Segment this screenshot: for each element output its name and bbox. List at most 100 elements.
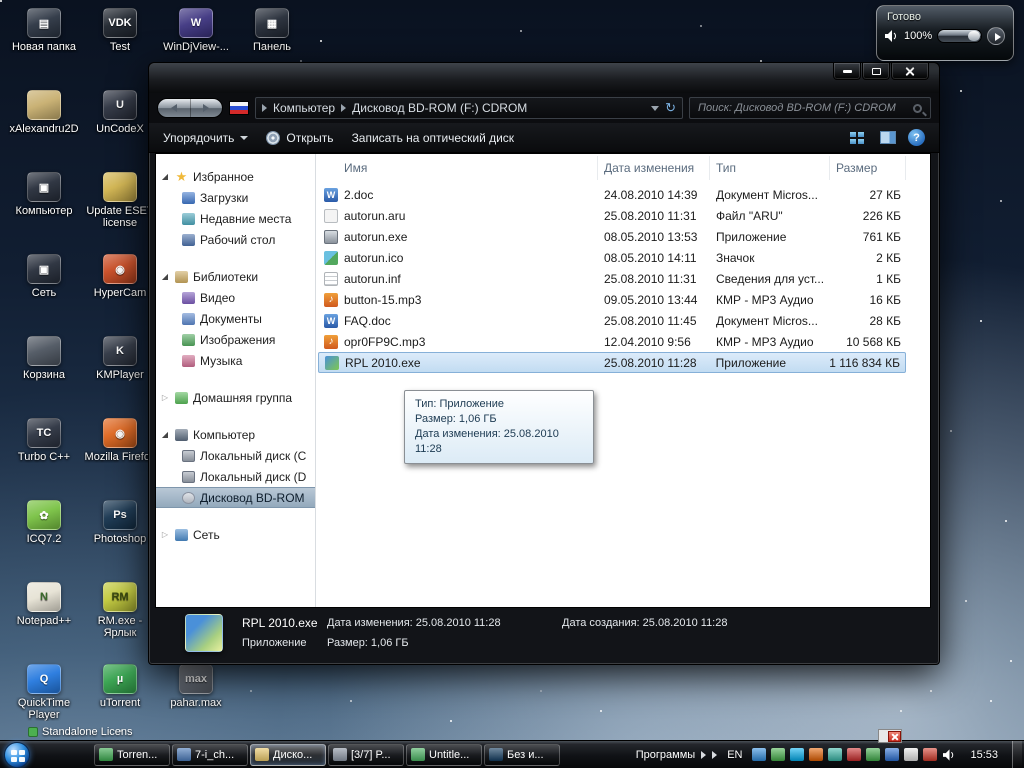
sidebar-item-favorites[interactable]: ◢ ★ Избранное xyxy=(156,166,315,187)
column-header-size[interactable]: Размер xyxy=(830,156,906,180)
column-header-date-modified[interactable]: Дата изменения xyxy=(598,156,710,180)
file-row[interactable]: RPL 2010.exe 25.08.2010 11:28 Приложение 1 … xyxy=(318,352,906,373)
show-desktop-button[interactable] xyxy=(1012,740,1022,768)
desktop-icon-kmplayer[interactable]: K KMPlayer xyxy=(84,336,156,381)
desktop-icon-utorrent[interactable]: µ uTorrent xyxy=(84,664,156,709)
sidebar-item-homegroup[interactable]: ▷ Домашняя группа xyxy=(156,387,315,408)
sidebar-item-recent-places[interactable]: Недавние места xyxy=(156,208,315,229)
desktop-icon-recycle-bin[interactable]: Корзина xyxy=(8,336,80,381)
desktop-icon-firefox[interactable]: ◉ Mozilla Firefox xyxy=(84,418,156,463)
speaker-icon[interactable] xyxy=(885,30,899,42)
search-box[interactable]: Поиск: Дисковод BD-ROM (F:) CDROM xyxy=(689,97,931,119)
tray-icon[interactable] xyxy=(885,748,900,761)
desktop-icon-hypercam[interactable]: ◉ HyperCam xyxy=(84,254,156,299)
sidebar-item-libraries[interactable]: ◢ Библиотеки xyxy=(156,266,315,287)
taskbar-clock[interactable]: 15:53 xyxy=(962,749,1006,761)
refresh-icon[interactable]: ↻ xyxy=(665,100,676,116)
change-view-button[interactable] xyxy=(850,131,868,144)
tray-icon[interactable] xyxy=(847,748,862,761)
desktop-icon-notepad-plus[interactable]: N Notepad++ xyxy=(8,582,80,627)
desktop-icon-eset-license[interactable]: Update ESET license xyxy=(84,172,156,229)
desktop-icon-icq[interactable]: ✿ ICQ7.2 xyxy=(8,500,80,545)
sidebar-item-documents[interactable]: Документы xyxy=(156,308,315,329)
taskbar-item[interactable]: Torren... xyxy=(94,743,170,766)
back-button[interactable] xyxy=(158,99,190,117)
desktop-icon-photoshop[interactable]: Ps Photoshop xyxy=(84,500,156,545)
organize-button[interactable]: Упорядочить xyxy=(163,131,249,145)
desktop-icon-turbo-c[interactable]: TC Turbo C++ xyxy=(8,418,80,463)
tray-icon[interactable] xyxy=(752,748,767,761)
desktop-icon-computer[interactable]: ▣ Компьютер xyxy=(8,172,80,217)
expand-icon[interactable]: ▷ xyxy=(160,530,170,539)
help-button[interactable]: ? xyxy=(908,129,925,146)
breadcrumb[interactable]: Компьютер Дисковод BD-ROM (F:) CDROM ↻ xyxy=(255,97,683,119)
taskbar-item[interactable]: 7-i_ch... xyxy=(172,743,248,766)
desktop-icon-uncodex[interactable]: U UnCodeX xyxy=(84,90,156,135)
desktop-icon-network[interactable]: ▣ Сеть xyxy=(8,254,80,299)
collapse-icon[interactable]: ◢ xyxy=(160,172,170,181)
sidebar-item-computer[interactable]: ◢ Компьютер xyxy=(156,424,315,445)
taskbar-item[interactable]: Диско... xyxy=(250,743,326,766)
desktop-icon-windjview[interactable]: W WinDjView-... xyxy=(160,8,232,53)
column-header-type[interactable]: Тип xyxy=(710,156,830,180)
file-row[interactable]: ♪ opr0FP9C.mp3 12.04.2010 9:56 КМР - MP3 Ау… xyxy=(318,331,906,352)
sidebar-item-local-disk-d[interactable]: Локальный диск (D xyxy=(156,466,315,487)
file-row[interactable]: autorun.exe 08.05.2010 13:53 Приложение 761… xyxy=(318,226,906,247)
file-row[interactable]: autorun.ico 08.05.2010 14:11 Значок 2 КБ xyxy=(318,247,906,268)
desktop-icon-new-folder[interactable]: ▤ Новая папка xyxy=(8,8,80,53)
tray-icon[interactable] xyxy=(866,748,881,761)
sidebar-item-music[interactable]: Музыка xyxy=(156,350,315,371)
sidebar-item-downloads[interactable]: Загрузки xyxy=(156,187,315,208)
sidebar-item-desktop[interactable]: Рабочий стол xyxy=(156,229,315,250)
desktop-icon-quicktime[interactable]: Q QuickTime Player xyxy=(8,664,80,721)
breadcrumb-root[interactable]: Компьютер xyxy=(273,101,335,115)
expand-icon[interactable]: ▷ xyxy=(160,393,170,402)
programs-toolbar-label[interactable]: Программы xyxy=(636,749,695,761)
desktop-icon-standalone-license[interactable]: Standalone Licens xyxy=(28,726,133,738)
desktop-icon-panel[interactable]: ▦ Панель xyxy=(236,8,308,53)
breadcrumb-current[interactable]: Дисковод BD-ROM (F:) CDROM xyxy=(352,101,527,115)
sidebar-item-bd-rom-drive[interactable]: Дисковод BD-ROM xyxy=(156,487,315,508)
tray-icon[interactable] xyxy=(771,748,786,761)
column-header-name[interactable]: Имя xyxy=(318,156,598,180)
volume-expand-button[interactable] xyxy=(987,27,1005,45)
file-row[interactable]: W 2.doc 24.08.2010 14:39 Документ Micros...… xyxy=(318,184,906,205)
history-dropdown-icon[interactable] xyxy=(651,105,660,111)
tray-icon[interactable] xyxy=(828,748,843,761)
tray-icon[interactable] xyxy=(809,748,824,761)
title-bar[interactable] xyxy=(149,63,939,93)
volume-slider[interactable] xyxy=(937,29,982,43)
desktop-icon-rm-shortcut[interactable]: RM RM.exe - Ярлык xyxy=(84,582,156,639)
file-row[interactable]: autorun.aru 25.08.2010 11:31 Файл "ARU" 226… xyxy=(318,205,906,226)
language-indicator[interactable]: EN xyxy=(723,747,746,763)
volume-tray-icon[interactable] xyxy=(943,748,956,761)
taskbar-item[interactable]: [3/7] P... xyxy=(328,743,404,766)
taskbar-item[interactable]: Без и... xyxy=(484,743,560,766)
sidebar-item-video[interactable]: Видео xyxy=(156,287,315,308)
close-button[interactable] xyxy=(891,63,929,80)
desktop-icon-pahar-max[interactable]: max pahar.max xyxy=(160,664,232,709)
preview-pane-button[interactable] xyxy=(880,131,896,144)
burn-disc-button[interactable]: Записать на оптический диск xyxy=(352,131,515,145)
file-row[interactable]: autorun.inf 25.08.2010 11:31 Сведения для … xyxy=(318,268,906,289)
taskbar-item[interactable]: Untitle... xyxy=(406,743,482,766)
maximize-button[interactable] xyxy=(862,63,890,80)
file-row[interactable]: W FAQ.doc 25.08.2010 11:45 Документ Micros.… xyxy=(318,310,906,331)
sidebar-item-network[interactable]: ▷ Сеть xyxy=(156,524,315,545)
tray-icon[interactable] xyxy=(790,748,805,761)
collapse-icon[interactable]: ◢ xyxy=(160,272,170,281)
expand-toolbar-icon[interactable] xyxy=(712,750,718,759)
notification-close-icon[interactable] xyxy=(888,730,901,742)
tray-icon[interactable] xyxy=(923,748,938,761)
expand-toolbar-icon[interactable] xyxy=(701,750,707,759)
tray-icon[interactable] xyxy=(904,748,919,761)
open-button[interactable]: Открыть xyxy=(266,130,334,145)
forward-button[interactable] xyxy=(189,99,223,117)
file-row[interactable]: ♪ button-15.mp3 09.05.2010 13:44 КМР - MP3 … xyxy=(318,289,906,310)
desktop-icon-test[interactable]: VDK Test xyxy=(84,8,156,53)
sidebar-item-pictures[interactable]: Изображения xyxy=(156,329,315,350)
sidebar-item-local-disk-c[interactable]: Локальный диск (C xyxy=(156,445,315,466)
minimize-button[interactable] xyxy=(833,63,861,80)
russian-flag-icon[interactable] xyxy=(229,101,249,115)
collapse-icon[interactable]: ◢ xyxy=(160,430,170,439)
